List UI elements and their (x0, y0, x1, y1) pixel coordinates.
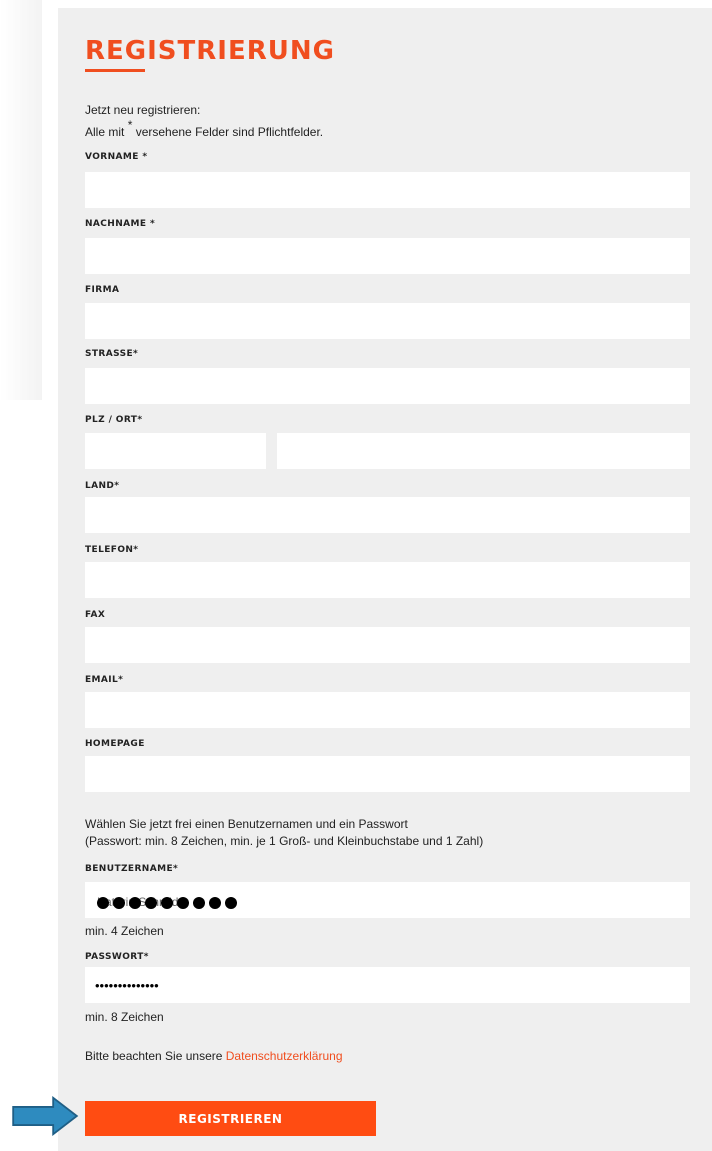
fax-input[interactable] (85, 627, 690, 663)
passwort-input[interactable] (85, 967, 690, 1003)
vorname-input[interactable] (85, 172, 690, 208)
benutzername-masked-value: Kathrin Schmid (97, 888, 241, 918)
fax-label: FAX (85, 610, 106, 620)
email-input[interactable] (85, 692, 690, 728)
mask-dot (97, 897, 109, 909)
mask-dot (177, 897, 189, 909)
page-title: REGISTRIERUNG (85, 36, 335, 66)
ort-input[interactable] (277, 433, 690, 469)
mask-dot (161, 897, 173, 909)
mask-dot (209, 897, 221, 909)
telefon-input[interactable] (85, 562, 690, 598)
required-star: * (127, 118, 133, 132)
title-underline (85, 69, 145, 72)
plz-ort-label: PLZ / ORT* (85, 415, 143, 425)
telefon-label: TELEFON* (85, 545, 139, 555)
email-label: EMAIL* (85, 675, 124, 685)
land-input[interactable] (85, 497, 690, 533)
page-edge-shadow (0, 0, 42, 400)
strasse-label: STRASSE* (85, 349, 139, 359)
credentials-instruction: Wählen Sie jetzt frei einen Benutzername… (85, 817, 408, 831)
mask-dot (129, 897, 141, 909)
register-button[interactable]: REGISTRIEREN (85, 1101, 376, 1136)
privacy-text: Bitte beachten Sie unsere (85, 1049, 226, 1063)
vorname-label: VORNAME * (85, 152, 148, 162)
mask-dot (193, 897, 205, 909)
benutzername-hint: min. 4 Zeichen (85, 924, 164, 938)
required-note-post: versehene Felder sind Pflichtfelder. (132, 125, 324, 139)
intro-text: Jetzt neu registrieren: (85, 103, 201, 117)
nachname-input[interactable] (85, 238, 690, 274)
mask-dot (113, 897, 125, 909)
privacy-link[interactable]: Datenschutzerklärung (226, 1049, 343, 1063)
benutzername-label: BENUTZERNAME* (85, 864, 179, 874)
required-note: Alle mit * versehene Felder sind Pflicht… (85, 118, 324, 139)
privacy-notice: Bitte beachten Sie unsere Datenschutzerk… (85, 1049, 343, 1063)
passwort-hint: min. 8 Zeichen (85, 1010, 164, 1024)
nachname-label: NACHNAME * (85, 219, 156, 229)
pointer-arrow-icon (12, 1096, 79, 1136)
plz-input[interactable] (85, 433, 266, 469)
homepage-input[interactable] (85, 756, 690, 792)
homepage-label: HOMEPAGE (85, 739, 145, 749)
required-note-pre: Alle mit (85, 125, 128, 139)
land-label: LAND* (85, 481, 120, 491)
password-requirements: (Passwort: min. 8 Zeichen, min. je 1 Gro… (85, 834, 484, 848)
mask-dot (145, 897, 157, 909)
firma-label: FIRMA (85, 285, 120, 295)
firma-input[interactable] (85, 303, 690, 339)
mask-dot (225, 897, 237, 909)
passwort-label: PASSWORT* (85, 952, 149, 962)
strasse-input[interactable] (85, 368, 690, 404)
